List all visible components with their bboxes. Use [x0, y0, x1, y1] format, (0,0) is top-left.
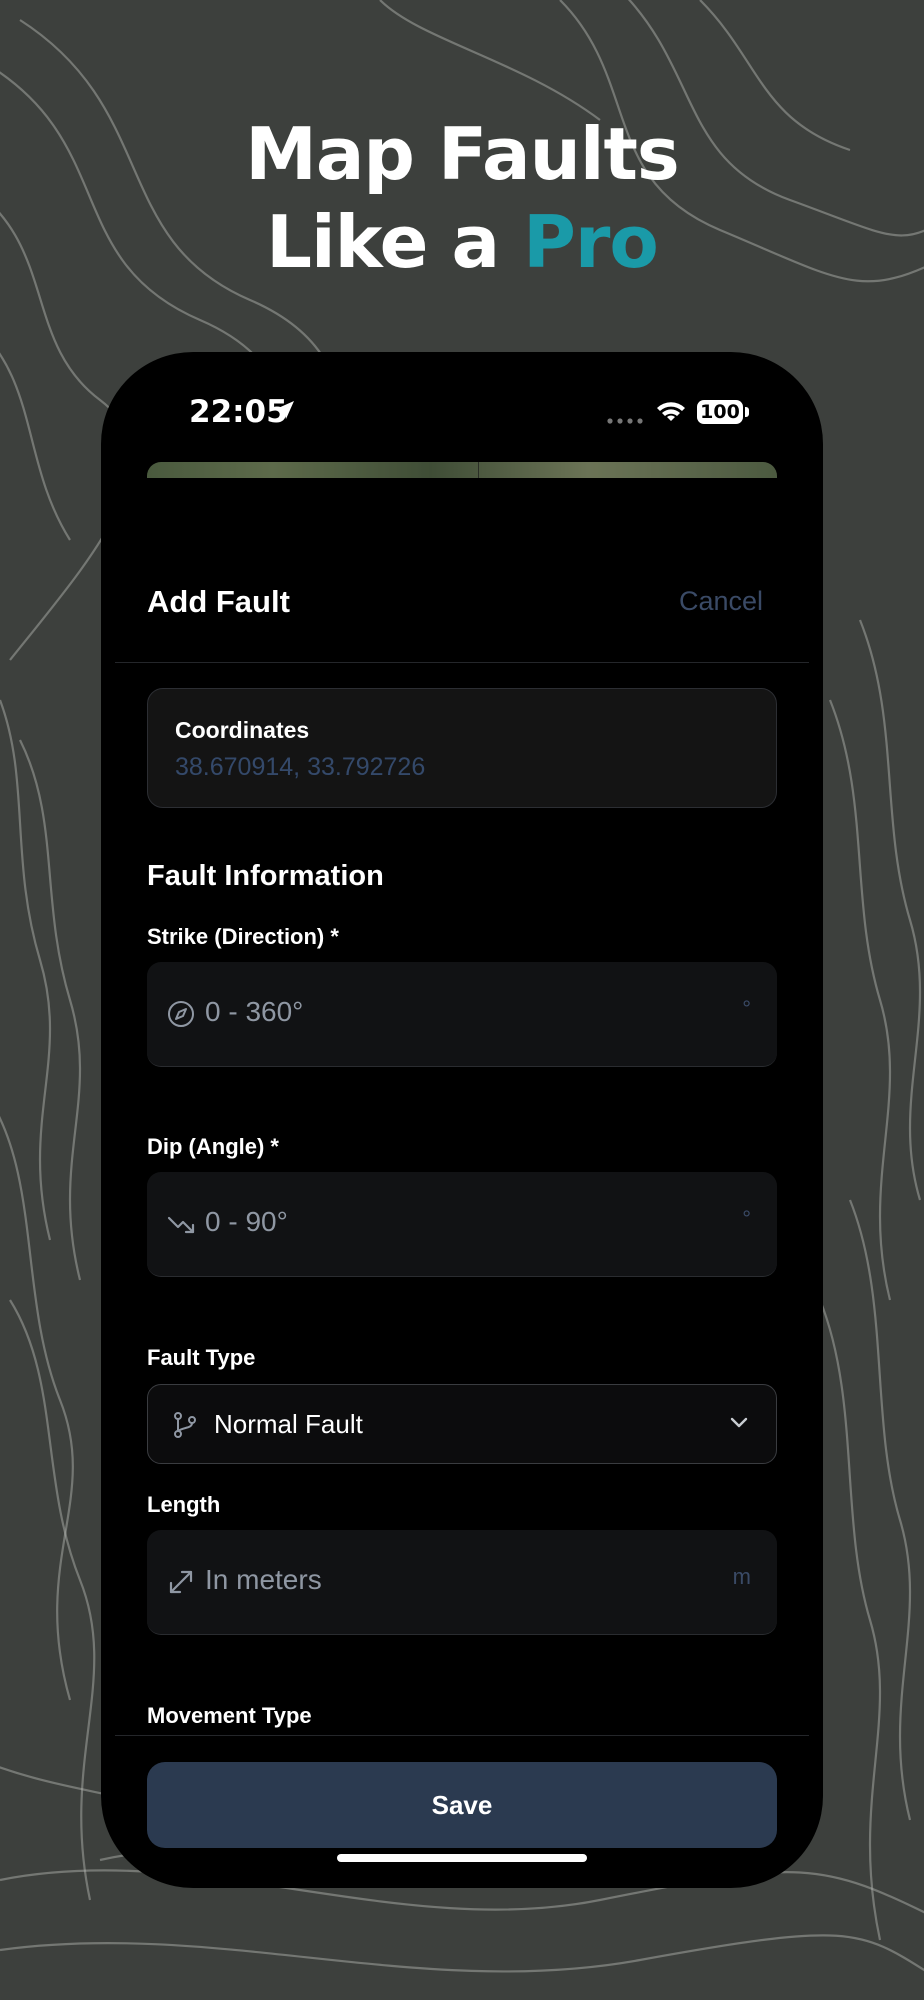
strike-label: Strike (Direction) * [147, 924, 339, 949]
compass-icon [168, 1001, 194, 1027]
map-seam [478, 462, 479, 478]
strike-input[interactable]: 0 - 360° ° [147, 962, 777, 1067]
save-button[interactable]: Save [147, 1762, 777, 1848]
trend-down-icon [167, 1216, 195, 1234]
movement-type-label: Movement Type [147, 1703, 312, 1728]
headline-line2: Like a Pro [0, 200, 924, 284]
git-branch-icon [174, 1412, 196, 1438]
map-preview[interactable] [147, 462, 777, 478]
dip-label: Dip (Angle) * [147, 1134, 279, 1159]
dip-placeholder: 0 - 90° [205, 1206, 288, 1237]
length-label: Length [147, 1492, 221, 1517]
battery-nub [745, 407, 749, 417]
battery-icon: 100 [697, 400, 743, 424]
signal-dots-icon [607, 418, 643, 424]
coordinates-value: 38.670914, 33.792726 [175, 753, 426, 781]
fault-type-select[interactable]: Normal Fault [147, 1384, 777, 1464]
phone-frame: 22:05 100 Add Fault Cancel Coordinates 3… [101, 352, 823, 1888]
strike-placeholder: 0 - 360° [205, 996, 304, 1027]
chevron-down-icon [730, 1417, 748, 1428]
dip-input[interactable]: 0 - 90° ° [147, 1172, 777, 1277]
coordinates-label: Coordinates [175, 717, 310, 743]
coordinates-card: Coordinates 38.670914, 33.792726 [147, 688, 777, 808]
headline-highlight: Pro [523, 200, 659, 284]
headline-line1: Map Faults [245, 112, 680, 196]
length-unit: m [732, 1564, 751, 1589]
dip-unit: ° [742, 1206, 751, 1231]
diagonal-resize-icon [169, 1570, 193, 1594]
fault-type-label: Fault Type [147, 1345, 256, 1370]
home-indicator [337, 1854, 587, 1862]
fault-type-value: Normal Fault [214, 1409, 363, 1439]
sheet-title: Add Fault [147, 584, 290, 619]
headline-prefix: Like a [266, 200, 500, 284]
footer-divider [115, 1735, 809, 1736]
section-title: Fault Information [147, 860, 384, 892]
length-input[interactable]: In meters m [147, 1530, 777, 1635]
header-divider [115, 662, 809, 663]
wifi-icon [657, 402, 685, 421]
cancel-button[interactable]: Cancel [679, 586, 763, 617]
location-arrow-icon [276, 401, 294, 419]
strike-unit: ° [742, 996, 751, 1021]
length-placeholder: In meters [205, 1564, 322, 1595]
